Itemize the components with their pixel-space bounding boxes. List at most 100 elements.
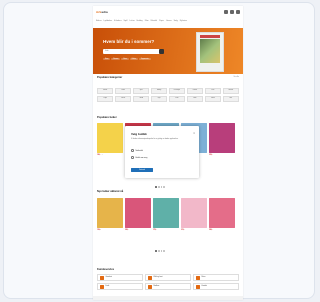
search-button[interactable] bbox=[159, 49, 164, 54]
product-cover[interactable] bbox=[209, 198, 235, 228]
nav-item[interactable]: Papir bbox=[159, 20, 164, 25]
service-icon bbox=[100, 275, 104, 280]
category-chip[interactable]: Fakta bbox=[204, 95, 222, 102]
footer bbox=[93, 296, 243, 300]
category-chip[interactable]: Nytt bbox=[150, 95, 168, 102]
category-grid: Bøker Leker Spill Hobby Puslespill Kontor Film… bbox=[97, 88, 239, 102]
service-link[interactable]: Kontakt bbox=[193, 283, 239, 290]
category-chip[interactable]: Gaver bbox=[114, 95, 132, 102]
logo[interactable]: Arkadia bbox=[96, 10, 108, 14]
hero-pill[interactable]: Krim bbox=[103, 58, 111, 60]
section2-title: Nye bøker akkurat nå bbox=[97, 190, 124, 193]
category-chip[interactable]: Leker bbox=[114, 88, 132, 94]
nav-item[interactable]: Musikk bbox=[151, 20, 157, 25]
continue-button[interactable]: Fortsett bbox=[131, 168, 153, 172]
close-icon[interactable]: × bbox=[193, 131, 195, 135]
product-cover[interactable] bbox=[97, 198, 123, 228]
dialog-title: Velg butikk bbox=[131, 132, 147, 136]
carousel-dots-2[interactable] bbox=[155, 250, 166, 252]
hero-banner: Hvem blir du i sommer? Søk Krim Roman Barn… bbox=[93, 28, 243, 74]
product-card[interactable]: Elva 249,- bbox=[125, 198, 151, 231]
category-chip[interactable]: Musikk bbox=[222, 88, 239, 94]
product-card[interactable]: Byen 269,- bbox=[209, 198, 235, 231]
category-chip[interactable]: Tilbud bbox=[132, 95, 150, 102]
hero-pill[interactable]: Roman bbox=[111, 58, 121, 60]
service-label: Klikk og hent bbox=[153, 277, 163, 278]
service-link[interactable]: Medlem bbox=[145, 283, 191, 290]
webpage: Arkadia Bøker Lydbøker E-bøker Spill Leker Ho… bbox=[93, 6, 243, 300]
heart-icon[interactable] bbox=[230, 10, 234, 14]
hero-pill[interactable]: Tegneserie bbox=[138, 58, 151, 60]
product-card[interactable]: Klokka 229,- bbox=[209, 123, 235, 156]
product-cover[interactable] bbox=[125, 198, 151, 228]
cart-icon[interactable] bbox=[236, 10, 240, 14]
nav-item[interactable]: Gaver bbox=[166, 20, 172, 25]
section1-title: Populære bøker bbox=[97, 116, 117, 119]
product-row-2: Skogen 199,- Elva 249,- Fjellet 179,- Himmel 21… bbox=[97, 198, 239, 231]
dialog: Velg butikk × Vi bruker informasjonskaps… bbox=[125, 126, 199, 178]
nav-item[interactable]: Spill bbox=[124, 20, 128, 25]
category-chip[interactable]: Barn bbox=[186, 95, 204, 102]
service-link[interactable]: Klikk og hent bbox=[145, 274, 191, 281]
hero-image-cover bbox=[200, 39, 220, 63]
category-chip[interactable]: Spill bbox=[132, 88, 150, 94]
nav-item[interactable]: Nyheter bbox=[180, 20, 187, 25]
dialog-option[interactable]: Butikk nær meg bbox=[131, 155, 191, 160]
nav-item[interactable]: Bøker bbox=[96, 20, 102, 25]
nav-item[interactable]: Film bbox=[145, 20, 149, 25]
product-cover[interactable] bbox=[181, 198, 207, 228]
service-label: Frakt bbox=[105, 286, 110, 287]
hero-pills: Krim Roman Barn Fakta Tegneserie bbox=[103, 58, 151, 60]
radio-icon bbox=[131, 156, 134, 159]
category-chip[interactable]: Bøker bbox=[97, 88, 114, 94]
product-card[interactable]: Skogen 199,- bbox=[97, 198, 123, 231]
search-input[interactable]: Søk bbox=[103, 49, 163, 54]
category-chip[interactable]: Puslespill bbox=[168, 88, 186, 94]
hero-pill[interactable]: Fakta bbox=[129, 58, 138, 60]
product-card[interactable]: Lykkelig 199,- bbox=[97, 123, 123, 156]
nav-item[interactable]: Leker bbox=[129, 20, 134, 25]
product-price: 219,- bbox=[181, 230, 185, 231]
dialog-option[interactable]: Nettbutikk bbox=[131, 148, 191, 153]
service-label: Medlem bbox=[153, 286, 160, 287]
categories-link[interactable]: Se alle bbox=[234, 76, 240, 78]
service-link[interactable]: Gavekort bbox=[97, 274, 143, 281]
product-price: 269,- bbox=[209, 230, 213, 231]
services-grid: Gavekort Klikk og hent Retur Frakt Medlem Kon… bbox=[97, 274, 239, 290]
service-link[interactable]: Retur bbox=[193, 274, 239, 281]
nav-item[interactable]: Lydbøker bbox=[104, 20, 113, 25]
nav-item[interactable]: E-bøker bbox=[114, 20, 121, 25]
service-icon bbox=[148, 284, 152, 289]
product-cover[interactable] bbox=[209, 123, 235, 153]
top-bar: Arkadia bbox=[93, 6, 243, 20]
service-icon bbox=[100, 284, 104, 289]
product-cover[interactable] bbox=[97, 123, 123, 153]
product-price: 179,- bbox=[153, 230, 157, 231]
service-link[interactable]: Frakt bbox=[97, 283, 143, 290]
service-icon bbox=[196, 284, 200, 289]
top-icons bbox=[224, 10, 240, 14]
service-label: Retur bbox=[201, 277, 206, 278]
hero-title: Hvem blir du i sommer? bbox=[103, 39, 155, 44]
carousel-dots-1[interactable] bbox=[155, 186, 166, 188]
category-chip[interactable]: Film bbox=[204, 88, 222, 94]
product-price: 229,- bbox=[209, 155, 213, 156]
hero-pill[interactable]: Barn bbox=[121, 58, 129, 60]
hero-image[interactable] bbox=[196, 32, 224, 72]
category-chip[interactable]: Kontor bbox=[186, 88, 204, 94]
product-card[interactable]: Fjellet 179,- bbox=[153, 198, 179, 231]
product-price: 199,- bbox=[97, 230, 101, 231]
product-price: 249,- bbox=[125, 230, 129, 231]
category-chip[interactable]: Hobby bbox=[150, 88, 168, 94]
category-chip[interactable]: Krim bbox=[168, 95, 186, 102]
user-icon[interactable] bbox=[224, 10, 228, 14]
main-nav: Bøker Lydbøker E-bøker Spill Leker Hobby Film M… bbox=[93, 20, 243, 25]
product-card[interactable]: Himmel 219,- bbox=[181, 198, 207, 231]
nav-item[interactable]: Salg bbox=[174, 20, 178, 25]
product-cover[interactable] bbox=[153, 198, 179, 228]
nav-item[interactable]: Hobby bbox=[137, 20, 143, 25]
radio-icon bbox=[131, 149, 134, 152]
category-chip[interactable]: Papir bbox=[97, 95, 114, 102]
category-chip[interactable]: Mer bbox=[222, 95, 239, 102]
hero-image-strip bbox=[200, 35, 220, 38]
